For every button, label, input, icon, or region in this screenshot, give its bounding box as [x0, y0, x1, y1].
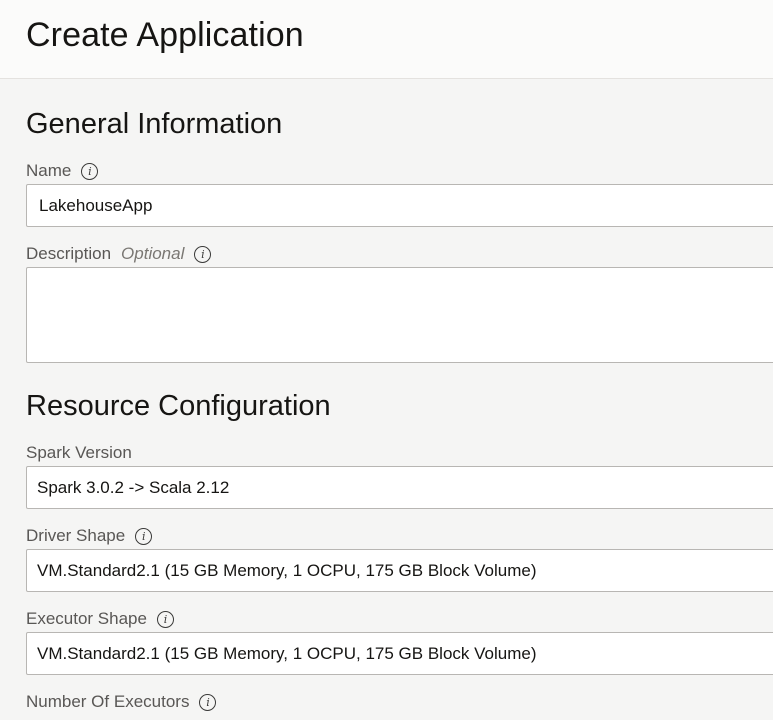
name-label: Name i — [26, 160, 99, 182]
number-of-executors-label-text: Number Of Executors — [26, 692, 190, 711]
driver-shape-info-icon[interactable]: i — [135, 527, 153, 545]
general-information-heading: General Information — [26, 108, 283, 140]
description-label: Description Optional i — [26, 243, 212, 265]
create-application-page: Create Application General Information N… — [0, 0, 773, 720]
driver-shape-label-text: Driver Shape — [26, 526, 126, 545]
page-title: Create Application — [26, 16, 304, 54]
number-of-executors-info-icon[interactable]: i — [199, 693, 217, 711]
number-of-executors-label: Number Of Executors i — [26, 691, 217, 713]
description-textarea[interactable] — [26, 267, 773, 363]
resource-configuration-heading: Resource Configuration — [26, 390, 331, 422]
name-label-text: Name — [26, 161, 72, 180]
name-input[interactable]: LakehouseApp — [26, 184, 773, 227]
name-info-icon[interactable]: i — [81, 162, 99, 180]
description-info-icon[interactable]: i — [194, 245, 212, 263]
spark-version-label-text: Spark Version — [26, 443, 132, 462]
spark-version-select[interactable]: Spark 3.0.2 -> Scala 2.12 — [26, 466, 773, 509]
executor-shape-info-icon[interactable]: i — [156, 610, 174, 628]
executor-shape-label: Executor Shape i — [26, 608, 174, 630]
spark-version-label: Spark Version — [26, 442, 132, 464]
description-optional-text: Optional — [121, 244, 185, 263]
description-label-text: Description — [26, 244, 112, 263]
driver-shape-label: Driver Shape i — [26, 525, 153, 547]
driver-shape-select[interactable]: VM.Standard2.1 (15 GB Memory, 1 OCPU, 17… — [26, 549, 773, 592]
page-header: Create Application — [0, 0, 773, 79]
executor-shape-label-text: Executor Shape — [26, 609, 147, 628]
executor-shape-select[interactable]: VM.Standard2.1 (15 GB Memory, 1 OCPU, 17… — [26, 632, 773, 675]
